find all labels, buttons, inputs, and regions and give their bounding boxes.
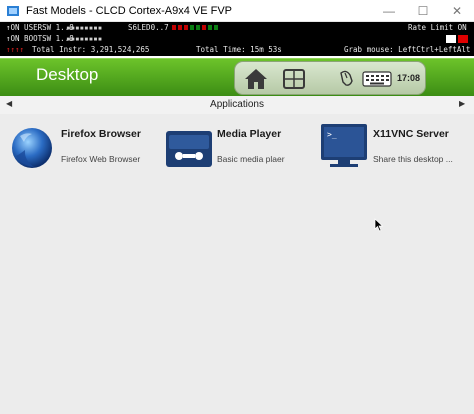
s6led-0 [172,25,176,30]
home-icon[interactable] [241,62,271,96]
mouse-pointer-icon [374,218,384,232]
s6led-4 [196,25,200,30]
total-time: Total Time: 15m 53s [196,45,282,54]
firefox-icon [12,128,52,168]
s6led-7 [214,25,218,30]
vnc-monitor-icon: >_ [321,124,367,167]
rate-limit-toggle[interactable]: Rate Limit ON [408,23,467,32]
white-indicator [446,35,456,43]
media-player-icon [166,131,212,167]
total-instructions: Total Instr: 3,291,524,265 [32,45,150,54]
applications-header: ◀ Applications ▶ [0,96,474,114]
s6led-2 [184,25,188,30]
fast-models-app-icon [7,5,19,16]
app-item-x11vnc[interactable]: >_ X11VNC Server Share this desktop ... [320,124,474,174]
grab-mouse-hint: Grab mouse: LeftCtrl+LeftAlt [344,45,471,54]
bootsw-label: ↑ON BOOTSW 1..8 [6,34,74,43]
red-indicator [458,35,468,43]
app-item-media-player[interactable]: Media Player Basic media plaer [165,124,320,174]
app-description: Basic media plaer [217,154,285,164]
s6led-label: S6LED0..7 [128,23,169,32]
app-item-firefox[interactable]: Firefox Browser Firefox Web Browser [10,124,165,174]
maximize-button[interactable]: ☐ [406,0,440,22]
desktop-topbar: Desktop 17:08 [0,58,474,96]
clock-time: 17:08 [397,73,421,83]
usersw-label: ↑ON USERSW 1..8 [6,23,74,32]
keyboard-icon[interactable] [361,62,393,96]
usersw-switches: ▪▪▪▪▪▪▪▪ [66,23,103,32]
app-name: Media Player [217,128,282,140]
app-launcher-area: Firefox Browser Firefox Web Browser Medi… [0,114,474,414]
system-tray: 17:08 [234,61,426,95]
s6led-1 [178,25,182,30]
desktop-title: Desktop [36,65,99,84]
app-description: Share this desktop ... [373,154,453,164]
applications-label: Applications [210,99,264,110]
app-description: Firefox Web Browser [61,154,141,164]
mouse-icon[interactable] [335,62,357,96]
scroll-right-arrow[interactable]: ▶ [459,99,465,108]
svg-text:>_: >_ [327,130,337,139]
windows-icon[interactable] [279,62,309,96]
s6led-5 [202,25,206,30]
window-title: Fast Models - CLCD Cortex-A9x4 VE FVP [26,4,233,17]
activity-marks: ↑↑↑↑ [6,45,25,54]
s6led-3 [190,25,194,30]
bootsw-switches: ▪▪▪▪▪▪▪▪ [66,34,103,43]
s6led-indicators [172,25,218,30]
app-name: Firefox Browser [61,128,141,140]
close-button[interactable]: ✕ [440,0,474,22]
model-status-panel: ↑ON USERSW 1..8 ▪▪▪▪▪▪▪▪ S6LED0..7 Rate … [0,22,474,56]
app-name: X11VNC Server [373,128,449,140]
minimize-button[interactable]: — [372,0,406,22]
window-titlebar: Fast Models - CLCD Cortex-A9x4 VE FVP — … [0,0,474,22]
s6led-6 [208,25,212,30]
